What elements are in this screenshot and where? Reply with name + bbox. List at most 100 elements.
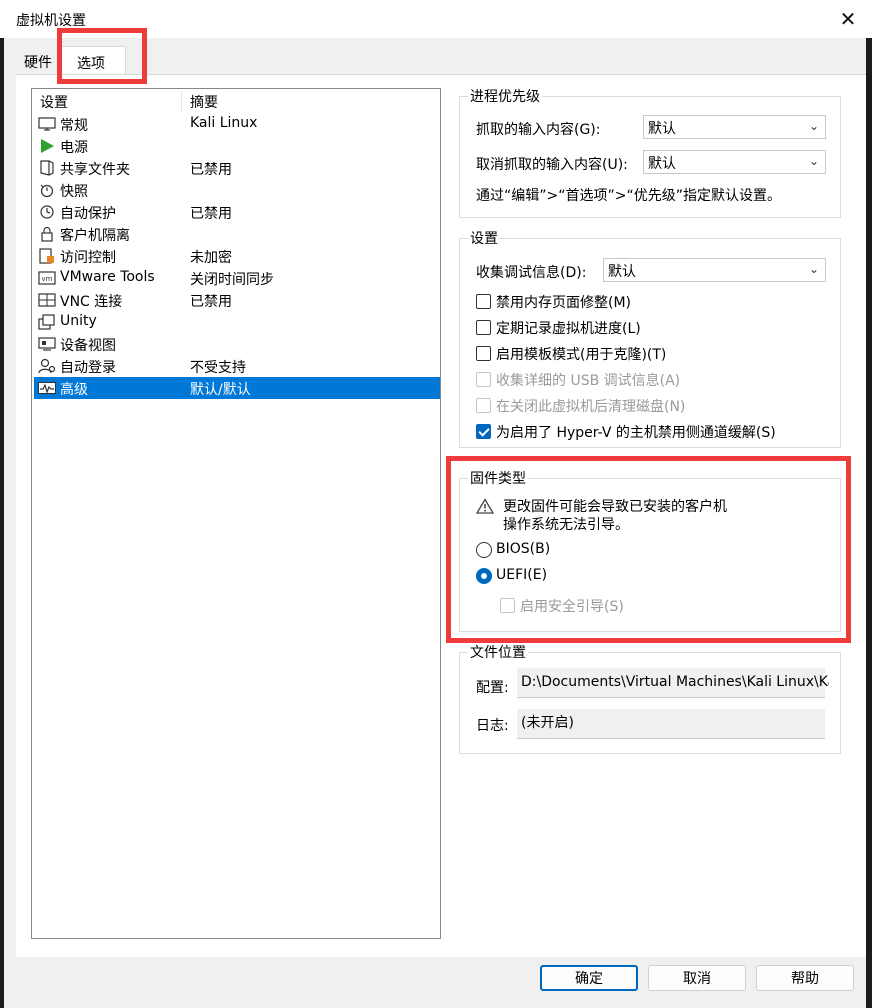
power-play-icon <box>38 138 56 154</box>
checkbox-label[interactable]: 为启用了 Hyper-V 的主机禁用侧通道缓解(S) <box>496 422 776 442</box>
snapshot-icon <box>38 182 56 198</box>
vm-settings-dialog: 虚拟机设置 ✕ 硬件 选项 设置 摘要 常规 Kali Linux 电源 共享文… <box>0 0 872 1008</box>
list-item-device-view[interactable]: 设备视图 <box>34 333 440 355</box>
settings-list: 设置 摘要 常规 Kali Linux 电源 共享文件夹 已禁用 快照 自动保护… <box>31 88 441 939</box>
radio-uefi-label[interactable]: UEFI(E) <box>496 567 547 583</box>
list-item-snapshots[interactable]: 快照 <box>34 179 440 201</box>
list-item-summary: 关闭时间同步 <box>190 272 274 288</box>
list-item-label: 设备视图 <box>60 338 116 354</box>
list-item-general[interactable]: 常规 Kali Linux <box>34 113 440 135</box>
chevron-down-icon: ⌄ <box>808 262 819 276</box>
lock-icon <box>38 226 56 242</box>
list-item-summary: 已禁用 <box>190 162 232 178</box>
priority-group-title: 进程优先级 <box>468 86 542 106</box>
ungrab-input-select[interactable]: 默认 ⌄ <box>643 150 826 174</box>
right-edge <box>866 38 872 1008</box>
radio-uefi[interactable] <box>476 568 492 584</box>
autoprotect-clock-icon <box>38 204 56 220</box>
config-label: 配置: <box>476 680 509 696</box>
chevron-down-icon: ⌄ <box>808 154 819 168</box>
list-item-shared-folders[interactable]: 共享文件夹 已禁用 <box>34 157 440 179</box>
list-item-autoprotect[interactable]: 自动保护 已禁用 <box>34 201 440 223</box>
firmware-group-title: 固件类型 <box>468 468 528 488</box>
checkbox-disable-page-trim[interactable] <box>476 294 491 309</box>
close-icon: ✕ <box>839 7 857 31</box>
list-item-unity[interactable]: Unity <box>34 311 440 333</box>
column-header-setting[interactable]: 设置 <box>40 92 68 112</box>
list-item-autologin[interactable]: 自动登录 不受支持 <box>34 355 440 377</box>
debug-info-select[interactable]: 默认 ⌄ <box>603 258 826 282</box>
ok-button[interactable]: 确定 <box>540 965 638 991</box>
vm-icon: vm <box>38 270 56 286</box>
close-button[interactable]: ✕ <box>824 0 872 38</box>
advanced-pulse-icon <box>38 380 56 396</box>
list-item-summary: Kali Linux <box>190 115 258 131</box>
title-bar: 虚拟机设置 ✕ <box>0 0 872 38</box>
list-item-label: 快照 <box>60 184 88 200</box>
monitor-icon <box>38 116 56 132</box>
list-item-advanced[interactable]: 高级 默认/默认 <box>34 377 440 399</box>
list-header: 设置 摘要 <box>32 89 440 111</box>
priority-hint: 通过“编辑”>“首选项”>“优先级”指定默认设置。 <box>476 188 781 204</box>
tab-hardware[interactable]: 硬件 <box>16 46 60 74</box>
window-title: 虚拟机设置 <box>16 13 86 29</box>
autologin-icon <box>38 358 56 374</box>
debug-info-label: 收集调试信息(D): <box>476 265 587 281</box>
ungrab-input-value: 默认 <box>648 156 676 172</box>
file-location-group: 文件位置 配置: D:\Documents\Virtual Machines\K… <box>459 642 841 754</box>
list-item-label: 电源 <box>60 140 88 156</box>
warning-triangle-icon <box>475 498 495 518</box>
list-item-vmware-tools[interactable]: vm VMware Tools 关闭时间同步 <box>34 267 440 289</box>
checkbox-hyperv-side-channel[interactable] <box>476 424 491 439</box>
list-item-label: 访问控制 <box>60 250 116 266</box>
checkbox-secure-boot <box>500 598 515 613</box>
checkbox-label[interactable]: 定期记录虚拟机进度(L) <box>496 318 641 338</box>
list-item-label: Unity <box>60 313 97 329</box>
list-item-label: 高级 <box>60 382 88 398</box>
column-divider[interactable] <box>181 91 182 111</box>
checkbox-label[interactable]: 禁用内存页面修整(M) <box>496 292 631 312</box>
radio-bios-label[interactable]: BIOS(B) <box>496 541 550 557</box>
list-item-label: 自动保护 <box>60 206 116 222</box>
list-item-label: 客户机隔离 <box>60 228 130 244</box>
settings-group-title: 设置 <box>468 228 500 248</box>
checkbox-label: 在关闭此虚拟机后清理磁盘(N) <box>496 399 686 415</box>
grab-input-select[interactable]: 默认 ⌄ <box>643 115 826 139</box>
help-button[interactable]: 帮助 <box>756 965 854 991</box>
list-item-label: 常规 <box>60 118 88 134</box>
tab-options[interactable]: 选项 <box>60 46 126 74</box>
list-item-label: VNC 连接 <box>60 294 123 310</box>
cancel-button[interactable]: 取消 <box>648 965 746 991</box>
grab-input-value: 默认 <box>648 121 676 137</box>
log-path-field[interactable]: (未开启) <box>517 709 825 739</box>
chevron-down-icon: ⌄ <box>808 119 819 133</box>
list-item-power[interactable]: 电源 <box>34 135 440 157</box>
config-path-field[interactable]: D:\Documents\Virtual Machines\Kali Linux… <box>517 668 829 698</box>
list-item-summary: 已禁用 <box>190 294 232 310</box>
secure-boot-label: 启用安全引导(S) <box>520 599 624 615</box>
access-control-icon <box>38 248 56 264</box>
checkbox-usb-debug <box>476 372 491 387</box>
firmware-warning-line2: 操作系统无法引导。 <box>503 517 629 533</box>
checkbox-label: 收集详细的 USB 调试信息(A) <box>496 373 681 389</box>
left-edge <box>0 38 4 1008</box>
list-item-isolation[interactable]: 客户机隔离 <box>34 223 440 245</box>
list-item-label: VMware Tools <box>60 269 155 285</box>
list-item-summary: 不受支持 <box>190 360 246 376</box>
radio-bios[interactable] <box>476 542 492 558</box>
file-location-title: 文件位置 <box>468 642 528 662</box>
log-label: 日志: <box>476 718 509 734</box>
list-item-label: 共享文件夹 <box>60 162 130 178</box>
svg-text:vm: vm <box>42 275 53 283</box>
list-item-vnc[interactable]: VNC 连接 已禁用 <box>34 289 440 311</box>
checkbox-template-mode[interactable] <box>476 346 491 361</box>
unity-icon <box>38 314 56 330</box>
settings-group: 设置 收集调试信息(D): 默认 ⌄ 禁用内存页面修整(M) 定期记录虚拟机进度… <box>459 228 841 448</box>
checkbox-log-progress[interactable] <box>476 320 491 335</box>
list-item-summary: 默认/默认 <box>190 382 251 398</box>
grab-input-label: 抓取的输入内容(G): <box>476 122 601 138</box>
column-header-summary[interactable]: 摘要 <box>190 92 218 112</box>
list-item-access-control[interactable]: 访问控制 未加密 <box>34 245 440 267</box>
firmware-group: 固件类型 更改固件可能会导致已安装的客户机 操作系统无法引导。 BIOS(B) … <box>459 468 841 632</box>
checkbox-label[interactable]: 启用模板模式(用于克隆)(T) <box>496 344 666 364</box>
